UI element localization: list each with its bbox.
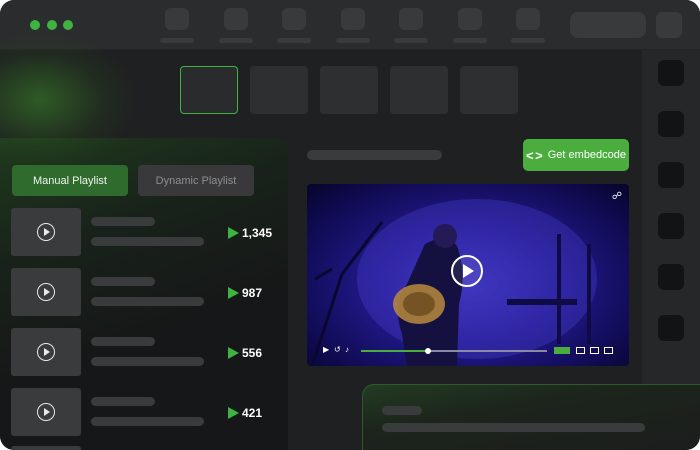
- progress-bar[interactable]: [361, 348, 547, 354]
- dynamic-playlist-tab[interactable]: Dynamic Playlist: [138, 165, 254, 196]
- toolbar-button[interactable]: [658, 60, 684, 86]
- video-thumbnail[interactable]: [11, 208, 81, 256]
- cast-icon[interactable]: [590, 347, 599, 354]
- nav-item[interactable]: [160, 8, 194, 44]
- top-search-placeholder[interactable]: [570, 12, 646, 38]
- play-icon: [37, 283, 55, 301]
- toolbar-button[interactable]: [658, 264, 684, 290]
- big-play-button[interactable]: [451, 255, 483, 287]
- views-icon: [228, 347, 239, 359]
- layout-thumb[interactable]: [320, 66, 378, 114]
- background-glow: [0, 30, 140, 170]
- code-icon: < >: [525, 147, 543, 163]
- view-count-value: 1,345: [242, 226, 273, 240]
- nav-label: [511, 38, 545, 43]
- nav-label: [160, 38, 194, 43]
- nav-icon: [458, 8, 482, 30]
- layout-thumb[interactable]: [250, 66, 308, 114]
- window-dot-icon[interactable]: [47, 20, 57, 30]
- progress-fill: [361, 350, 428, 352]
- video-title-placeholder: [91, 337, 155, 346]
- nav-item[interactable]: [336, 8, 370, 44]
- nav-item[interactable]: [511, 8, 545, 44]
- nav-item[interactable]: [219, 8, 253, 44]
- video-subtitle-placeholder: [91, 297, 204, 306]
- nav-icon: [399, 8, 423, 30]
- nav-item[interactable]: [453, 8, 487, 44]
- toolbar-button[interactable]: [658, 315, 684, 341]
- volume-icon[interactable]: ♪: [345, 346, 349, 354]
- card-text-placeholder: [382, 423, 645, 432]
- fullscreen-icon[interactable]: [604, 347, 613, 354]
- window-dot-icon[interactable]: [30, 20, 40, 30]
- video-title-placeholder: [91, 217, 155, 226]
- get-embedcode-button[interactable]: < > Get embedcode: [523, 139, 629, 171]
- video-title-placeholder: [91, 277, 155, 286]
- video-title-placeholder: [307, 150, 442, 160]
- layout-thumb[interactable]: [460, 66, 518, 114]
- replay-icon[interactable]: ↺: [334, 346, 341, 354]
- nav-label: [277, 38, 311, 43]
- layout-thumb[interactable]: [390, 66, 448, 114]
- view-count: 421: [228, 405, 262, 421]
- top-action-button[interactable]: [656, 12, 682, 38]
- view-count: 1,345: [228, 225, 272, 241]
- video-subtitle-placeholder: [91, 237, 204, 246]
- card-title-placeholder: [382, 406, 422, 415]
- nav-label: [453, 38, 487, 43]
- play-icon[interactable]: ▶: [323, 346, 329, 354]
- views-icon: [228, 407, 239, 419]
- share-icon[interactable]: ☍: [612, 191, 622, 202]
- nav-label: [219, 38, 253, 43]
- toolbar-button[interactable]: [658, 162, 684, 188]
- view-count: 987: [228, 285, 262, 301]
- nav-item[interactable]: [394, 8, 428, 44]
- video-thumbnail[interactable]: [11, 388, 81, 436]
- quality-badge[interactable]: [554, 347, 570, 354]
- right-toolbar: [642, 50, 700, 390]
- video-player[interactable]: ☍ ▶ ↺ ♪: [307, 184, 629, 366]
- app-window: Manual Playlist Dynamic Playlist 1,345 9…: [0, 0, 700, 450]
- view-count-value: 987: [242, 286, 263, 300]
- toolbar-button[interactable]: [658, 111, 684, 137]
- views-icon: [228, 227, 239, 239]
- nav-icon: [224, 8, 248, 30]
- nav-item[interactable]: [277, 8, 311, 44]
- nav-icon: [165, 8, 189, 30]
- window-dot-icon[interactable]: [63, 20, 73, 30]
- nav-icon: [282, 8, 306, 30]
- view-count-value: 421: [242, 406, 263, 420]
- nav-label: [336, 38, 370, 43]
- video-thumbnail[interactable]: [11, 268, 81, 316]
- nav-icon: [341, 8, 365, 30]
- play-icon: [37, 403, 55, 421]
- nav-icon: [516, 8, 540, 30]
- layout-thumb-selected[interactable]: [180, 66, 238, 114]
- manual-playlist-tab[interactable]: Manual Playlist: [12, 165, 128, 196]
- view-count: 556: [228, 345, 262, 361]
- video-thumbnail[interactable]: [11, 328, 81, 376]
- video-subtitle-placeholder: [91, 417, 204, 426]
- views-icon: [228, 287, 239, 299]
- play-icon: [37, 223, 55, 241]
- progress-knob[interactable]: [424, 348, 431, 354]
- video-subtitle-placeholder: [91, 357, 204, 366]
- play-icon: [37, 343, 55, 361]
- embed-button-label: Get embedcode: [547, 149, 627, 161]
- details-card: [362, 384, 700, 450]
- nav-label: [394, 38, 428, 43]
- captions-icon[interactable]: [576, 347, 585, 354]
- toolbar-button[interactable]: [658, 213, 684, 239]
- view-count-value: 556: [242, 346, 263, 360]
- video-thumbnail[interactable]: [11, 446, 81, 450]
- video-title-placeholder: [91, 397, 155, 406]
